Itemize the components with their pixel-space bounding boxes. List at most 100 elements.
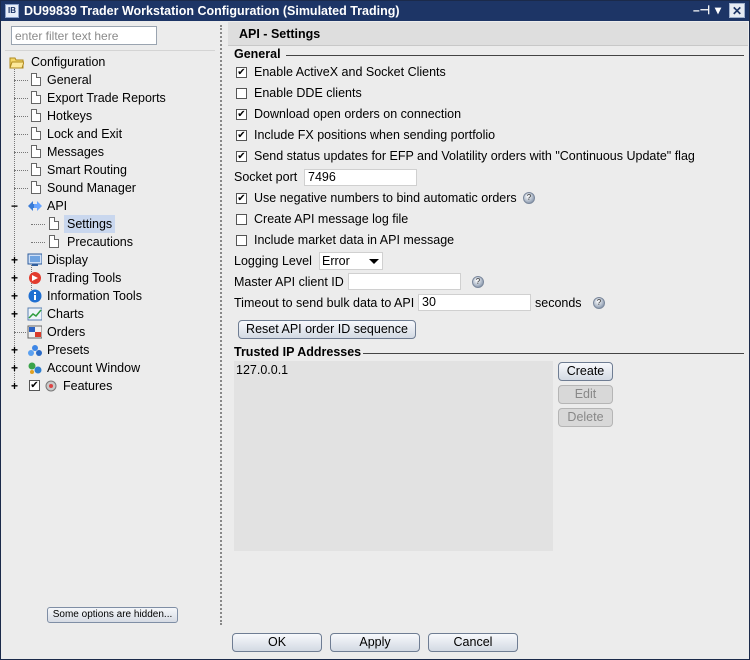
tree-item-export-trade-reports[interactable]: Export Trade Reports bbox=[5, 89, 205, 107]
tree-root-configuration[interactable]: Configuration bbox=[9, 53, 209, 71]
tree-label: Hotkeys bbox=[47, 109, 93, 123]
page-icon bbox=[31, 181, 41, 194]
checkbox[interactable]: ✔ bbox=[236, 151, 247, 162]
panel-splitter[interactable] bbox=[220, 25, 224, 625]
window-menu-icon[interactable]: ▾ bbox=[715, 3, 721, 18]
tree-item-smart-routing[interactable]: Smart Routing bbox=[5, 161, 205, 179]
tree-group-presets[interactable]: + Presets bbox=[5, 341, 205, 359]
tree-group-trading-tools[interactable]: + Trading Tools bbox=[5, 269, 205, 287]
delete-ip-button[interactable]: Delete bbox=[558, 408, 613, 427]
tree-group-account-window[interactable]: + Account Window bbox=[5, 359, 205, 377]
tree-label: Orders bbox=[47, 325, 86, 339]
page-icon bbox=[49, 235, 59, 248]
collapse-icon[interactable]: − bbox=[10, 200, 19, 212]
close-icon[interactable]: ✕ bbox=[729, 3, 745, 18]
timeout-input[interactable]: 30 bbox=[418, 294, 531, 311]
page-icon bbox=[49, 217, 59, 230]
page-icon bbox=[31, 127, 41, 140]
tree-item-general[interactable]: General bbox=[5, 71, 205, 89]
option-label: Enable DDE clients bbox=[254, 86, 362, 100]
tree-label: Trading Tools bbox=[47, 271, 122, 285]
create-ip-button[interactable]: Create bbox=[558, 362, 613, 381]
list-item[interactable]: 127.0.0.1 bbox=[236, 363, 288, 377]
checkbox[interactable] bbox=[236, 214, 247, 225]
trusted-ip-list[interactable]: 127.0.0.1 bbox=[234, 361, 553, 551]
tree-group-display[interactable]: + Display bbox=[5, 251, 205, 269]
tree-item-api-settings[interactable]: Settings bbox=[5, 215, 205, 233]
tree-group-charts[interactable]: + Charts bbox=[5, 305, 205, 323]
help-icon[interactable]: ? bbox=[523, 192, 535, 204]
display-icon bbox=[27, 253, 42, 266]
tree-label: Lock and Exit bbox=[47, 127, 123, 141]
expand-icon[interactable]: + bbox=[10, 254, 19, 266]
expand-icon[interactable]: + bbox=[10, 362, 19, 374]
option-label: Include FX positions when sending portfo… bbox=[254, 128, 496, 142]
logging-level-select[interactable]: Error bbox=[319, 252, 383, 270]
master-client-input[interactable] bbox=[348, 273, 461, 290]
tree-item-hotkeys[interactable]: Hotkeys bbox=[5, 107, 205, 125]
settings-panel: API - Settings General ✔ Enable ActiveX … bbox=[228, 22, 748, 632]
app-logo-icon: IB bbox=[5, 4, 19, 18]
socket-port-input[interactable]: 7496 bbox=[304, 169, 417, 186]
expand-icon[interactable]: + bbox=[10, 290, 19, 302]
tree-connector bbox=[31, 224, 45, 225]
tree-label: Account Window bbox=[47, 361, 141, 375]
checkbox[interactable]: ✔ bbox=[236, 193, 247, 204]
group-title-trusted-ips: Trusted IP Addresses bbox=[234, 345, 362, 359]
master-client-label: Master API client ID bbox=[234, 275, 344, 289]
tree-connector bbox=[14, 152, 28, 153]
expand-icon[interactable]: + bbox=[10, 380, 19, 392]
expand-icon[interactable]: + bbox=[10, 344, 19, 356]
tree-group-information-tools[interactable]: + Information Tools bbox=[5, 287, 205, 305]
page-icon bbox=[31, 91, 41, 104]
option-label: Enable ActiveX and Socket Clients bbox=[254, 65, 446, 79]
tree-item-api-precautions[interactable]: Precautions bbox=[5, 233, 205, 251]
info-icon bbox=[28, 289, 42, 303]
tree-item-sound-manager[interactable]: Sound Manager bbox=[5, 179, 205, 197]
cancel-button[interactable]: Cancel bbox=[428, 633, 518, 652]
tree-connector bbox=[14, 116, 28, 117]
features-checkbox[interactable]: ✔ bbox=[29, 380, 40, 391]
tree-connector bbox=[14, 80, 28, 81]
option-label: Download open orders on connection bbox=[254, 107, 462, 121]
tree-label: Display bbox=[47, 253, 88, 267]
title-bar[interactable]: IB DU99839 Trader Workstation Configurat… bbox=[1, 1, 749, 21]
tree-item-lock-and-exit[interactable]: Lock and Exit bbox=[5, 125, 205, 143]
timeout-label: Timeout to send bulk data to API bbox=[234, 296, 415, 310]
pin-icon[interactable]: –⊣ bbox=[693, 3, 710, 18]
expand-icon[interactable]: + bbox=[10, 308, 19, 320]
group-divider bbox=[286, 55, 744, 56]
page-icon bbox=[31, 73, 41, 86]
help-icon[interactable]: ? bbox=[593, 297, 605, 309]
trading-tools-icon bbox=[29, 272, 41, 284]
orders-icon bbox=[27, 325, 42, 339]
edit-ip-button[interactable]: Edit bbox=[558, 385, 613, 404]
tree-item-messages[interactable]: Messages bbox=[5, 143, 205, 161]
logging-level-label: Logging Level bbox=[234, 254, 312, 268]
tree-group-orders[interactable]: Orders bbox=[5, 323, 205, 341]
tree-connector bbox=[14, 134, 28, 135]
ok-button[interactable]: OK bbox=[232, 633, 322, 652]
dropdown-arrow-icon bbox=[369, 259, 379, 264]
tree-label: Sound Manager bbox=[47, 181, 136, 195]
checkbox[interactable] bbox=[236, 88, 247, 99]
tree-item-api[interactable]: − API bbox=[5, 197, 205, 215]
checkbox[interactable]: ✔ bbox=[236, 67, 247, 78]
tree-group-features[interactable]: + ✔ Features bbox=[5, 377, 205, 395]
tree-connector bbox=[31, 242, 45, 243]
help-icon[interactable]: ? bbox=[472, 276, 484, 288]
apply-button[interactable]: Apply bbox=[330, 633, 420, 652]
checkbox[interactable]: ✔ bbox=[236, 109, 247, 120]
expand-icon[interactable]: + bbox=[10, 272, 19, 284]
page-title: API - Settings bbox=[228, 22, 748, 46]
checkbox[interactable]: ✔ bbox=[236, 130, 247, 141]
filter-input[interactable] bbox=[11, 26, 157, 45]
config-window: IB DU99839 Trader Workstation Configurat… bbox=[0, 0, 750, 660]
logging-level-value: Error bbox=[322, 254, 350, 268]
tree-label: API bbox=[47, 199, 68, 213]
checkbox[interactable] bbox=[236, 235, 247, 246]
hidden-options-button[interactable]: Some options are hidden... bbox=[47, 607, 178, 623]
reset-order-id-button[interactable]: Reset API order ID sequence bbox=[238, 320, 416, 339]
group-title-general: General bbox=[234, 47, 281, 61]
timeout-unit: seconds bbox=[535, 296, 582, 310]
